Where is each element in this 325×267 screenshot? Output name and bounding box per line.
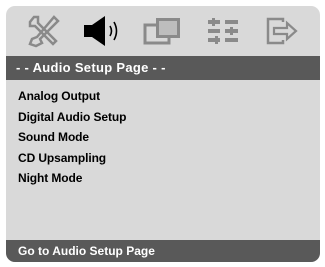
exit-icon[interactable] bbox=[260, 11, 304, 51]
speaker-icon[interactable] bbox=[81, 11, 125, 51]
audio-setup-menu: Analog Output Digital Audio Setup Sound … bbox=[18, 86, 126, 189]
page-title: - - Audio Setup Page - - bbox=[6, 56, 320, 80]
tools-icon[interactable] bbox=[22, 11, 66, 51]
menu-item-night-mode[interactable]: Night Mode bbox=[18, 168, 126, 189]
menu-item-analog-output[interactable]: Analog Output bbox=[18, 86, 126, 107]
preferences-icon[interactable] bbox=[201, 11, 245, 51]
setup-menu-panel: - - Audio Setup Page - - Analog Output D… bbox=[6, 6, 320, 262]
menu-item-digital-audio-setup[interactable]: Digital Audio Setup bbox=[18, 107, 126, 128]
menu-icon-bar bbox=[6, 6, 320, 56]
menu-item-cd-upsampling[interactable]: CD Upsampling bbox=[18, 148, 126, 169]
menu-item-sound-mode[interactable]: Sound Mode bbox=[18, 127, 126, 148]
video-icon[interactable] bbox=[141, 11, 185, 51]
status-bar: Go to Audio Setup Page bbox=[6, 240, 320, 262]
